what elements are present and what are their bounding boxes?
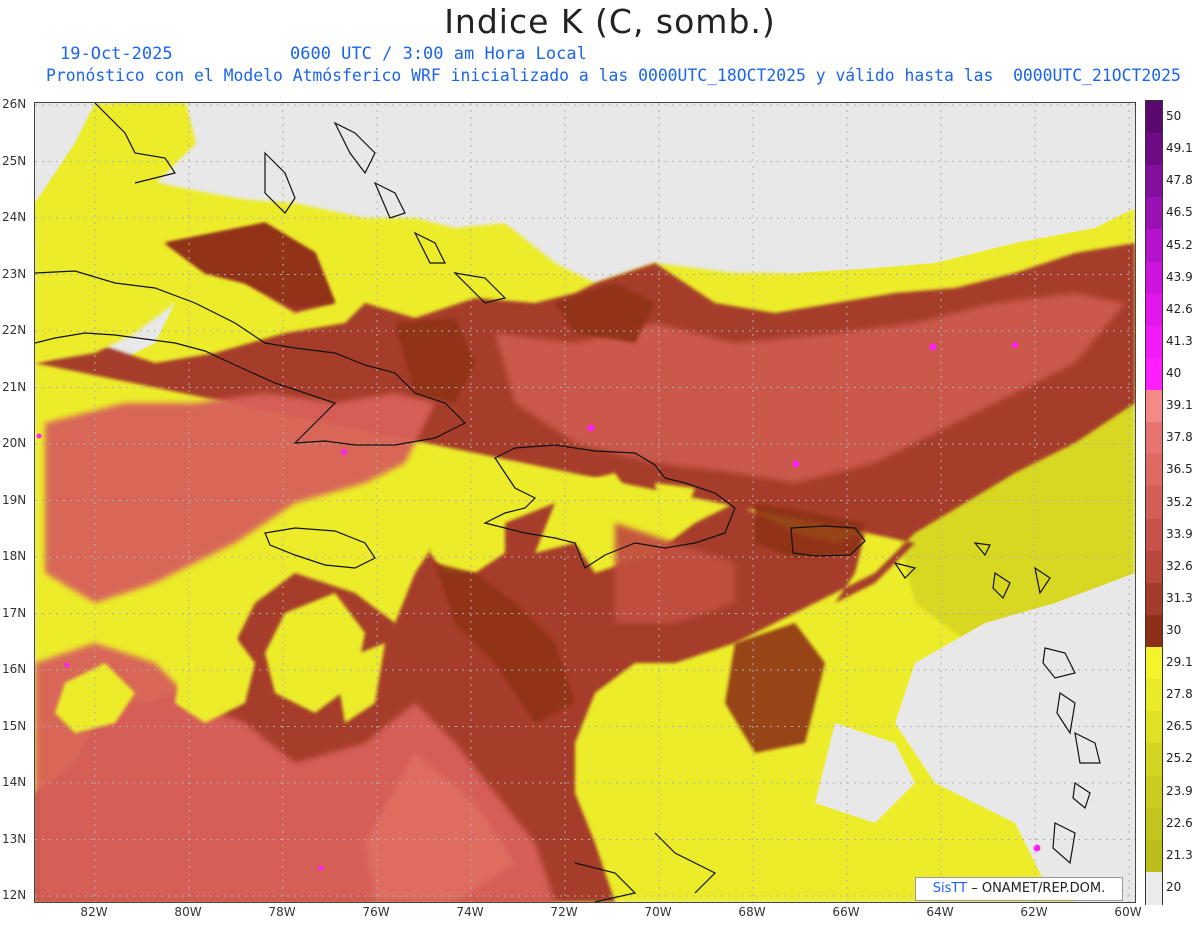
- lat-tick-label: 16N: [2, 662, 27, 676]
- lon-tick-label: 74W: [456, 905, 484, 919]
- colorbar-segment: [1146, 518, 1162, 552]
- colorbar-label: 20: [1166, 879, 1182, 894]
- lat-tick-label: 12N: [2, 888, 27, 902]
- colorbar-segment: [1146, 807, 1162, 841]
- lon-tick-label: 80W: [174, 905, 202, 919]
- lat-tick-label: 24N: [2, 210, 27, 224]
- lon-tick-label: 78W: [268, 905, 296, 919]
- map-title: Indice K (C, somb.): [444, 2, 776, 41]
- lat-tick-label: 23N: [2, 266, 27, 281]
- colorbar-segment: [1146, 582, 1162, 616]
- colorbar-segment: [1146, 775, 1162, 809]
- lat-tick-label: 18N: [2, 549, 27, 563]
- colorbar-label: 50: [1166, 109, 1182, 124]
- lat-tick-label: 14N: [2, 775, 27, 789]
- colorbar-label: 49.1: [1166, 141, 1193, 156]
- colorbar-segment: [1146, 293, 1162, 327]
- colorbar-label: 36.5: [1166, 462, 1193, 477]
- lat-tick-label: 17N: [2, 605, 27, 620]
- lon-tick-label: 82W: [80, 905, 108, 919]
- lon-tick-label: 76W: [362, 905, 390, 919]
- lat-tick-label: 26N: [2, 97, 27, 111]
- lon-tick-label: 60W: [1114, 905, 1142, 919]
- lon-tick-label: 72W: [550, 905, 578, 919]
- colorbar-segment: [1146, 614, 1162, 648]
- colorbar-label: 46.5: [1166, 205, 1193, 220]
- colorbar-label: 26.5: [1166, 719, 1193, 734]
- lat-tick-label: 21N: [2, 379, 27, 394]
- colorbar-segment: [1146, 390, 1162, 424]
- colorbar-label: 47.8: [1166, 173, 1193, 188]
- colorbar-segment: [1146, 743, 1162, 777]
- colorbar-label: 40: [1166, 366, 1182, 381]
- colorbar-label: 41.3: [1166, 333, 1193, 348]
- colorbar-label: 39.1: [1166, 398, 1193, 413]
- forecast-description: Pronóstico con el Modelo Atmósferico WRF…: [46, 66, 1181, 85]
- sistt-logo: SisTT: [932, 881, 968, 896]
- colorbar-segment: [1146, 133, 1162, 167]
- colorbar-label: 27.8: [1166, 687, 1193, 702]
- lon-tick-label: 70W: [644, 905, 672, 919]
- colorbar-label: 30: [1166, 622, 1182, 637]
- colorbar-label: 23.9: [1166, 783, 1193, 798]
- forecast-time: 0600 UTC / 3:00 am Hora Local: [290, 44, 587, 64]
- colorbar-label: 25.2: [1166, 751, 1193, 766]
- colorbar-label: 21.3: [1166, 847, 1193, 862]
- lat-tick-label: 22N: [2, 323, 27, 337]
- colorbar-segment: [1146, 422, 1162, 456]
- k-index-map: [35, 103, 1135, 902]
- map-panel: [34, 102, 1136, 903]
- colorbar-segment: [1146, 647, 1162, 681]
- colorbar-label: 35.2: [1166, 494, 1193, 509]
- colorbar-label: 22.6: [1166, 815, 1193, 830]
- colorbar: [1145, 100, 1163, 905]
- colorbar-label: 31.3: [1166, 590, 1193, 605]
- colorbar-segment: [1146, 101, 1162, 134]
- colorbar-label: 42.6: [1166, 301, 1193, 316]
- colorbar-segment: [1146, 165, 1162, 199]
- colorbar-segment: [1146, 229, 1162, 263]
- lat-tick-label: 13N: [2, 831, 27, 846]
- colorbar-segment: [1146, 711, 1162, 745]
- colorbar-segment: [1146, 357, 1162, 391]
- lon-tick-label: 66W: [832, 905, 860, 919]
- colorbar-label: 37.8: [1166, 430, 1193, 445]
- colorbar-segment: [1146, 550, 1162, 584]
- colorbar-label: 32.6: [1166, 558, 1193, 573]
- colorbar-segment: [1146, 871, 1162, 905]
- colorbar-label: 33.9: [1166, 526, 1193, 541]
- lat-tick-label: 15N: [2, 718, 27, 733]
- colorbar-label: 43.9: [1166, 269, 1193, 284]
- lon-tick-label: 62W: [1020, 905, 1048, 919]
- lat-tick-label: 19N: [2, 492, 27, 507]
- credit-box: SisTT – ONAMET/REP.DOM.: [915, 877, 1123, 901]
- colorbar-segment: [1146, 261, 1162, 295]
- colorbar-segment: [1146, 486, 1162, 520]
- forecast-date: 19-Oct-2025: [60, 44, 173, 64]
- colorbar-segment: [1146, 679, 1162, 713]
- colorbar-segment: [1146, 197, 1162, 231]
- colorbar-segment: [1146, 454, 1162, 488]
- colorbar-segment: [1146, 325, 1162, 359]
- lat-tick-label: 20N: [2, 436, 27, 450]
- colorbar-label: 29.1: [1166, 655, 1193, 670]
- credit-text: – ONAMET/REP.DOM.: [971, 881, 1106, 896]
- lon-tick-label: 64W: [926, 905, 954, 919]
- colorbar-segment: [1146, 839, 1162, 873]
- colorbar-label: 45.2: [1166, 237, 1193, 252]
- lat-tick-label: 25N: [2, 153, 27, 168]
- lon-tick-label: 68W: [738, 905, 766, 919]
